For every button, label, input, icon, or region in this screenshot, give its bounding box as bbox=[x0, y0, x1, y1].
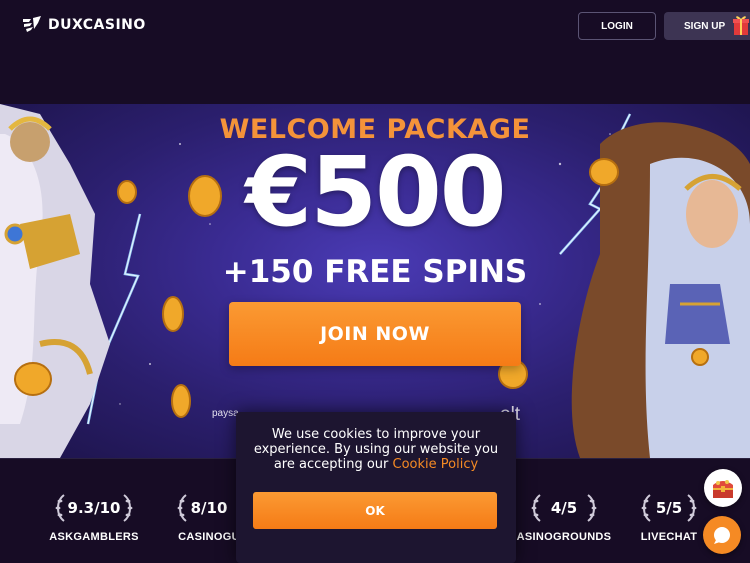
cookie-consent-dialog: We use cookies to improve your experienc… bbox=[236, 412, 516, 563]
rating-score: 4/5 bbox=[550, 499, 578, 517]
rating-source: ASKGAMBLERS bbox=[49, 531, 139, 543]
rating-source: LIVECHAT bbox=[640, 531, 698, 543]
cookie-ok-button[interactable]: OK bbox=[253, 492, 497, 529]
laurel-icon bbox=[687, 494, 697, 522]
treasure-chest-icon bbox=[713, 480, 733, 498]
rating-askgamblers: 9.3/10 ASKGAMBLERS bbox=[48, 491, 140, 543]
login-button[interactable]: LOGIN bbox=[578, 12, 656, 40]
logo-text: DUXCASINO bbox=[48, 17, 146, 33]
cookie-policy-link[interactable]: Cookie Policy bbox=[393, 457, 479, 472]
free-spins-text: +150 FREE SPINS bbox=[222, 254, 528, 290]
hero-banner: WELCOME PACKAGE €500 +150 FREE SPINS JOI… bbox=[0, 104, 750, 458]
cookie-message: We use cookies to improve your experienc… bbox=[252, 427, 500, 472]
gift-icon[interactable] bbox=[732, 14, 750, 36]
laurel-icon bbox=[531, 494, 541, 522]
dux-wing-icon bbox=[23, 16, 41, 32]
join-now-button[interactable]: JOIN NOW bbox=[229, 302, 521, 366]
live-chat-button[interactable] bbox=[703, 516, 741, 554]
rating-source: ASINOGROUNDS bbox=[516, 531, 612, 543]
rating-livechat: 5/5 LIVECHAT bbox=[636, 491, 702, 543]
laurel-icon bbox=[55, 494, 65, 522]
laurel-icon bbox=[123, 494, 133, 522]
laurel-icon bbox=[587, 494, 597, 522]
treasure-widget-button[interactable] bbox=[704, 469, 742, 507]
laurel-icon bbox=[641, 494, 651, 522]
payment-logo-partial: paysa bbox=[212, 408, 239, 419]
site-header: DUXCASINO LOGIN SIGN UP bbox=[0, 0, 750, 104]
laurel-icon bbox=[177, 494, 187, 522]
logo[interactable]: DUXCASINO bbox=[22, 15, 146, 35]
rating-casinogrounds: 4/5 ASINOGROUNDS bbox=[516, 491, 612, 543]
chat-bubble-icon bbox=[714, 527, 730, 544]
bonus-amount: €500 bbox=[245, 136, 506, 248]
